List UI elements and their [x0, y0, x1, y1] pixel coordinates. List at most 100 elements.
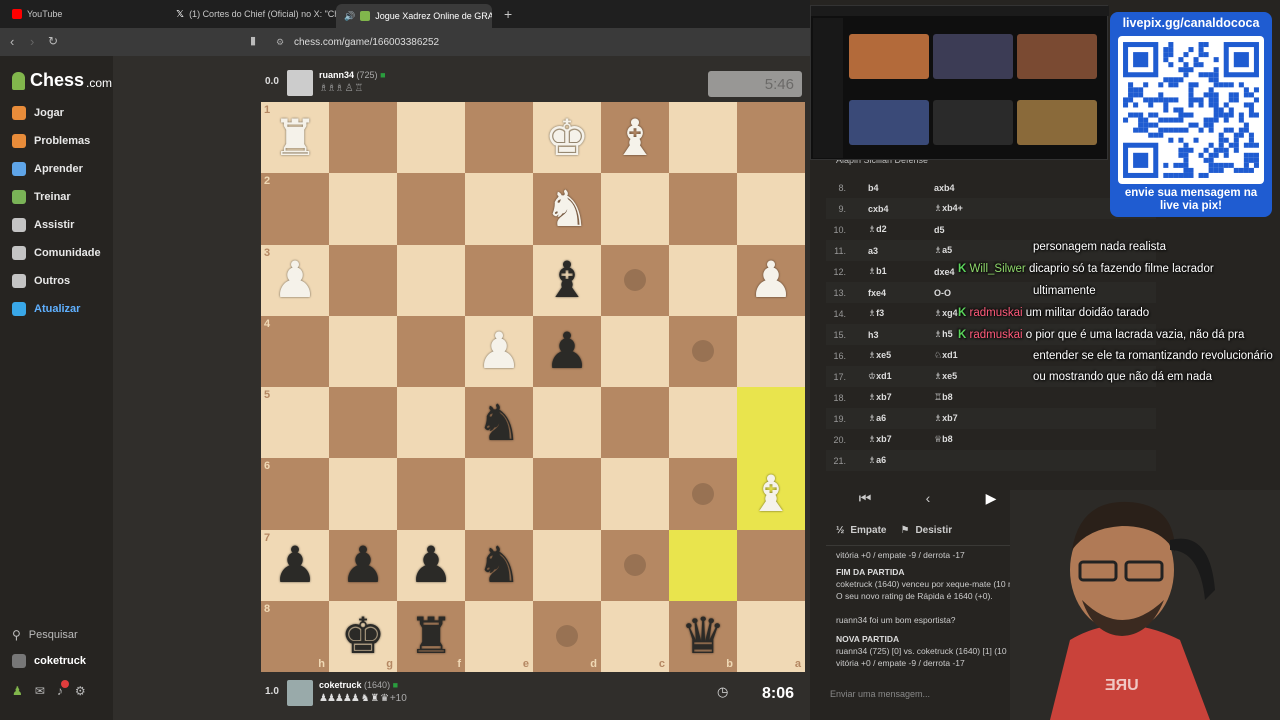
- square-a6[interactable]: ♝: [737, 458, 805, 530]
- move-san[interactable]: ♘xd1: [934, 350, 958, 361]
- white-piece-d2[interactable]: ♞: [545, 184, 590, 234]
- square-e1[interactable]: [465, 102, 533, 174]
- square-d8[interactable]: d: [533, 600, 601, 672]
- move-san[interactable]: ♗xb7: [868, 434, 892, 445]
- square-a4[interactable]: [737, 315, 805, 387]
- settings-icon[interactable]: ⚙: [75, 684, 86, 698]
- square-d1[interactable]: ♚: [533, 102, 601, 174]
- move-hint-dot[interactable]: [624, 554, 646, 577]
- bookmark-icon[interactable]: ▮: [250, 34, 256, 47]
- sidebar-item-6[interactable]: Outros: [12, 274, 70, 288]
- square-c5[interactable]: [601, 387, 669, 459]
- square-a3[interactable]: ♟: [737, 244, 805, 316]
- square-b1[interactable]: [669, 102, 737, 174]
- square-f5[interactable]: [397, 387, 465, 459]
- square-e2[interactable]: [465, 173, 533, 245]
- chess-board[interactable]: 1 ♜ ♚ ♝ 2 ♞ 3 ♟ ♝ ♟ 4 ♟ ♟ 5 ♞ 6 ♝ 7 ♟ ♟ ♟ ♞ 8 h g ♚ f ♜ e d c b ♛ a: [261, 102, 805, 672]
- first-move-button[interactable]: ⏮: [836, 485, 894, 511]
- square-h4[interactable]: 4: [261, 315, 329, 387]
- move-san[interactable]: ♗b1: [868, 266, 887, 277]
- square-a7[interactable]: [737, 529, 805, 601]
- move-hint-dot[interactable]: [692, 482, 714, 505]
- move-san[interactable]: ♗a5: [934, 245, 952, 256]
- square-c3[interactable]: [601, 244, 669, 316]
- square-c7[interactable]: [601, 529, 669, 601]
- move-san[interactable]: ♔xd1: [868, 371, 892, 382]
- square-a1[interactable]: [737, 102, 805, 174]
- black-piece-b8[interactable]: ♛: [681, 611, 726, 661]
- square-g7[interactable]: ♟: [329, 529, 397, 601]
- move-san[interactable]: ♗h5: [934, 329, 953, 340]
- square-h3[interactable]: 3 ♟: [261, 244, 329, 316]
- square-d7[interactable]: [533, 529, 601, 601]
- square-e4[interactable]: ♟: [465, 315, 533, 387]
- square-g1[interactable]: [329, 102, 397, 174]
- square-a8[interactable]: a: [737, 600, 805, 672]
- square-b6[interactable]: [669, 458, 737, 530]
- move-san[interactable]: d5: [934, 225, 945, 235]
- forward-icon[interactable]: ›: [30, 34, 34, 49]
- move-hint-dot[interactable]: [624, 269, 646, 292]
- square-c4[interactable]: [601, 315, 669, 387]
- square-d5[interactable]: [533, 387, 601, 459]
- square-f1[interactable]: [397, 102, 465, 174]
- sidebar-item-3[interactable]: Treinar: [12, 190, 71, 204]
- black-piece-h7[interactable]: ♟: [273, 540, 318, 590]
- back-icon[interactable]: ‹: [10, 34, 14, 49]
- draw-button[interactable]: Empate: [850, 525, 886, 536]
- square-c1[interactable]: ♝: [601, 102, 669, 174]
- black-piece-d4[interactable]: ♟: [545, 326, 590, 376]
- sidebar-item-5[interactable]: Comunidade: [12, 246, 101, 260]
- sidebar-item-1[interactable]: Problemas: [12, 134, 90, 148]
- square-h1[interactable]: 1 ♜: [261, 102, 329, 174]
- square-b4[interactable]: [669, 315, 737, 387]
- messages-icon[interactable]: ✉: [35, 684, 45, 698]
- square-a5[interactable]: [737, 387, 805, 459]
- move-hint-dot[interactable]: [692, 340, 714, 363]
- sidebar-item-7[interactable]: Atualizar: [12, 302, 80, 316]
- square-f7[interactable]: ♟: [397, 529, 465, 601]
- square-f6[interactable]: [397, 458, 465, 530]
- move-san[interactable]: ♗a6: [868, 413, 886, 424]
- square-g6[interactable]: [329, 458, 397, 530]
- black-piece-e5[interactable]: ♞: [477, 398, 522, 448]
- white-piece-d1[interactable]: ♚: [545, 113, 590, 163]
- friends-icon[interactable]: ♟: [12, 684, 23, 698]
- square-a2[interactable]: [737, 173, 805, 245]
- move-san[interactable]: ♗f3: [868, 308, 884, 319]
- black-piece-e7[interactable]: ♞: [477, 540, 522, 590]
- square-f8[interactable]: f ♜: [397, 600, 465, 672]
- square-g3[interactable]: [329, 244, 397, 316]
- square-e5[interactable]: ♞: [465, 387, 533, 459]
- move-san[interactable]: cxb4: [868, 204, 889, 214]
- square-b8[interactable]: b ♛: [669, 600, 737, 672]
- square-h5[interactable]: 5: [261, 387, 329, 459]
- move-san[interactable]: ♗xg4: [934, 308, 958, 319]
- move-san[interactable]: ♗xe5: [934, 371, 957, 382]
- square-f3[interactable]: [397, 244, 465, 316]
- black-piece-d3[interactable]: ♝: [545, 255, 590, 305]
- square-b7[interactable]: [669, 529, 737, 601]
- square-d3[interactable]: ♝: [533, 244, 601, 316]
- sidebar-item-2[interactable]: Aprender: [12, 162, 83, 176]
- square-c8[interactable]: c: [601, 600, 669, 672]
- sidebar-item-0[interactable]: Jogar: [12, 106, 64, 120]
- bottom-player-name[interactable]: coketruck (1640) ■: [319, 680, 398, 690]
- square-f4[interactable]: [397, 315, 465, 387]
- square-c6[interactable]: [601, 458, 669, 530]
- square-d4[interactable]: ♟: [533, 315, 601, 387]
- new-tab-button[interactable]: +: [496, 4, 516, 24]
- user-item[interactable]: coketruck: [12, 654, 86, 668]
- black-piece-g7[interactable]: ♟: [341, 540, 386, 590]
- move-san[interactable]: ♕b8: [934, 434, 953, 445]
- square-g5[interactable]: [329, 387, 397, 459]
- top-player-avatar[interactable]: [287, 70, 313, 96]
- move-san[interactable]: a3: [868, 246, 878, 256]
- square-c2[interactable]: [601, 173, 669, 245]
- tab-x[interactable]: 𝕏 (1) Cortes do Chief (Oficial) no X: "C…: [168, 4, 336, 24]
- sidebar-item-4[interactable]: Assistir: [12, 218, 74, 232]
- white-piece-h1[interactable]: ♜: [273, 113, 318, 163]
- move-san[interactable]: ♖b8: [934, 392, 953, 403]
- url-field[interactable]: ⚙ chess.com/game/166003386252: [268, 33, 806, 51]
- notifications-icon[interactable]: ♪: [57, 680, 69, 698]
